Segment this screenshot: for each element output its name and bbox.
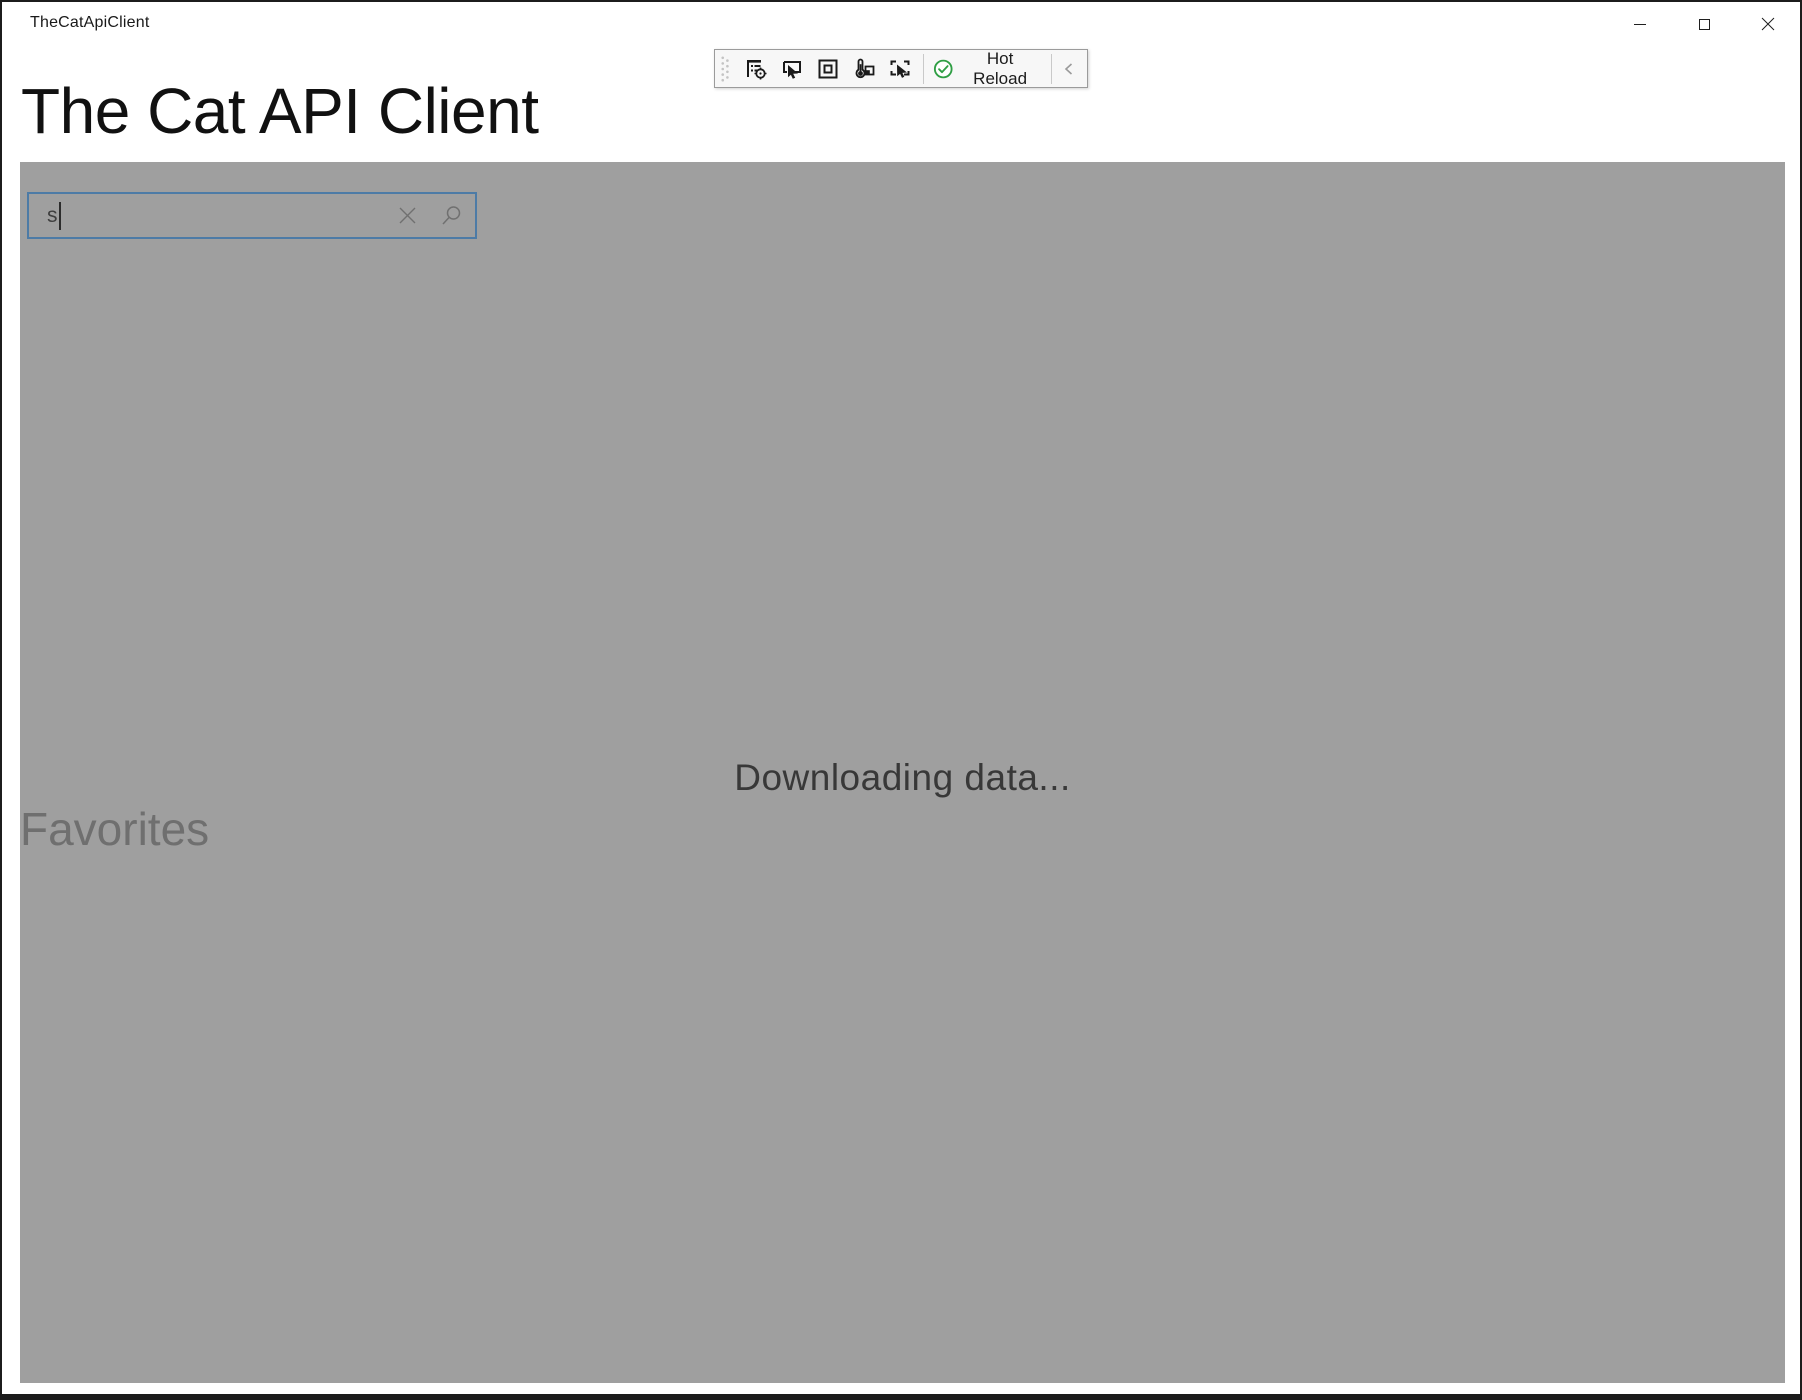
text-caret	[59, 202, 61, 230]
chevron-left-icon	[1061, 61, 1077, 77]
track-focused-element-button[interactable]	[882, 52, 918, 85]
xaml-debug-toolbar: Hot Reload	[714, 49, 1088, 88]
maximize-button[interactable]	[1672, 2, 1736, 46]
search-input[interactable]: s	[29, 194, 385, 237]
close-button[interactable]	[1736, 2, 1800, 46]
hot-reload-button[interactable]: Hot Reload	[929, 52, 1046, 85]
thermometer-icon	[852, 57, 876, 81]
search-box: s	[27, 192, 477, 239]
window-title: TheCatApiClient	[30, 14, 150, 32]
hot-reload-label: Hot Reload	[961, 49, 1040, 89]
search-input-value: s	[47, 204, 58, 228]
live-visual-tree-icon	[744, 57, 768, 81]
track-focused-element-icon	[888, 57, 912, 81]
clear-search-button[interactable]	[385, 194, 429, 237]
maximize-icon	[1699, 19, 1710, 30]
title-bar: TheCatApiClient	[2, 2, 1800, 46]
toolbar-grip-handle[interactable]	[719, 54, 732, 84]
minimize-icon	[1634, 24, 1646, 25]
busy-overlay: s Downloading data... Favorites	[20, 162, 1785, 1383]
caption-buttons	[1608, 2, 1800, 46]
favorites-heading: Favorites	[20, 802, 209, 856]
enable-selection-button[interactable]	[774, 52, 810, 85]
status-text: Downloading data...	[20, 757, 1785, 799]
search-submit-button[interactable]	[429, 194, 473, 237]
collapse-toolbar-button[interactable]	[1057, 52, 1081, 85]
hot-reload-status-icon	[933, 58, 953, 80]
show-diagnostics-button[interactable]	[846, 52, 882, 85]
toolbar-separator	[923, 54, 924, 84]
go-to-live-visual-tree-button[interactable]	[738, 52, 774, 85]
enable-selection-icon	[780, 57, 804, 81]
clear-x-icon	[398, 206, 417, 225]
page-title: The Cat API Client	[21, 74, 538, 148]
toolbar-separator	[1051, 54, 1052, 84]
display-layout-adorners-button[interactable]	[810, 52, 846, 85]
display-layout-adorners-icon	[816, 57, 840, 81]
app-window: TheCatApiClient	[0, 0, 1802, 1400]
magnifier-icon	[441, 205, 462, 226]
close-icon	[1761, 17, 1775, 31]
minimize-button[interactable]	[1608, 2, 1672, 46]
